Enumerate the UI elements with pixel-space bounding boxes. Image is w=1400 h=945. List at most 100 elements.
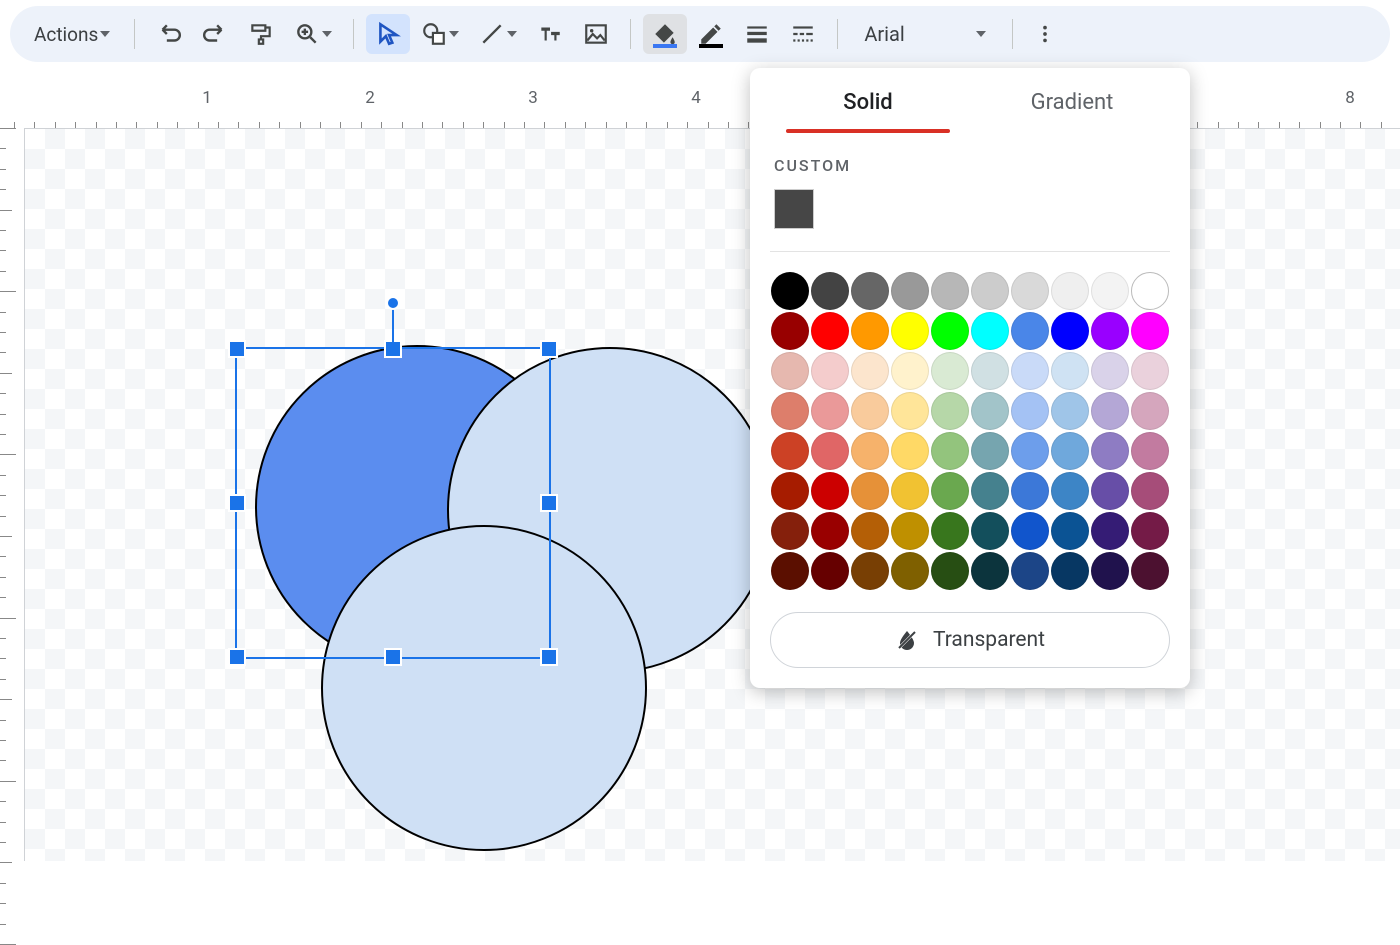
fill-color-button[interactable]: [643, 14, 687, 54]
color-swatch[interactable]: [811, 352, 849, 390]
color-swatch[interactable]: [771, 552, 809, 590]
resize-handle[interactable]: [228, 648, 246, 666]
color-swatch[interactable]: [811, 392, 849, 430]
color-swatch[interactable]: [811, 512, 849, 550]
resize-handle[interactable]: [540, 494, 558, 512]
color-swatch[interactable]: [1011, 312, 1049, 350]
color-swatch[interactable]: [891, 312, 929, 350]
textbox-tool-button[interactable]: [528, 14, 572, 54]
color-swatch[interactable]: [1091, 312, 1129, 350]
font-family-select[interactable]: Arial: [850, 14, 1000, 54]
color-swatch[interactable]: [891, 512, 929, 550]
color-swatch[interactable]: [1091, 472, 1129, 510]
color-swatch[interactable]: [811, 472, 849, 510]
zoom-button[interactable]: [285, 14, 341, 54]
color-swatch[interactable]: [1131, 352, 1169, 390]
color-swatch[interactable]: [771, 392, 809, 430]
color-swatch[interactable]: [971, 392, 1009, 430]
color-swatch[interactable]: [931, 552, 969, 590]
color-swatch[interactable]: [851, 432, 889, 470]
color-swatch[interactable]: [771, 272, 809, 310]
color-swatch[interactable]: [931, 392, 969, 430]
color-swatch[interactable]: [1011, 432, 1049, 470]
color-swatch[interactable]: [1131, 552, 1169, 590]
shape-tool-button[interactable]: [412, 14, 468, 54]
color-swatch[interactable]: [1091, 272, 1129, 310]
color-swatch[interactable]: [971, 352, 1009, 390]
color-swatch[interactable]: [851, 312, 889, 350]
border-weight-button[interactable]: [735, 14, 779, 54]
color-swatch[interactable]: [971, 312, 1009, 350]
color-swatch[interactable]: [771, 312, 809, 350]
tab-solid[interactable]: Solid: [766, 68, 970, 133]
color-swatch[interactable]: [931, 512, 969, 550]
color-swatch[interactable]: [971, 472, 1009, 510]
color-swatch[interactable]: [1091, 552, 1129, 590]
select-tool-button[interactable]: [366, 14, 410, 54]
resize-handle[interactable]: [540, 648, 558, 666]
undo-button[interactable]: [147, 14, 191, 54]
color-swatch[interactable]: [1051, 352, 1089, 390]
color-swatch[interactable]: [891, 472, 929, 510]
color-swatch[interactable]: [811, 552, 849, 590]
color-swatch[interactable]: [931, 272, 969, 310]
color-swatch[interactable]: [1051, 392, 1089, 430]
color-swatch[interactable]: [1131, 512, 1169, 550]
color-swatch[interactable]: [1131, 312, 1169, 350]
color-swatch[interactable]: [971, 272, 1009, 310]
color-swatch[interactable]: [931, 432, 969, 470]
color-swatch[interactable]: [1131, 272, 1169, 310]
rotate-handle[interactable]: [386, 296, 400, 310]
color-swatch[interactable]: [971, 432, 1009, 470]
color-swatch[interactable]: [1051, 552, 1089, 590]
color-swatch[interactable]: [811, 272, 849, 310]
color-swatch[interactable]: [811, 432, 849, 470]
color-swatch[interactable]: [1011, 472, 1049, 510]
color-swatch[interactable]: [811, 312, 849, 350]
color-swatch[interactable]: [1131, 472, 1169, 510]
color-swatch[interactable]: [1011, 512, 1049, 550]
tab-gradient[interactable]: Gradient: [970, 68, 1174, 133]
color-swatch[interactable]: [771, 352, 809, 390]
color-swatch[interactable]: [891, 552, 929, 590]
color-swatch[interactable]: [891, 272, 929, 310]
actions-menu-button[interactable]: Actions: [22, 14, 122, 54]
color-swatch[interactable]: [1131, 432, 1169, 470]
color-swatch[interactable]: [1131, 392, 1169, 430]
color-swatch[interactable]: [931, 472, 969, 510]
resize-handle[interactable]: [384, 648, 402, 666]
color-swatch[interactable]: [891, 392, 929, 430]
color-swatch[interactable]: [931, 312, 969, 350]
color-swatch[interactable]: [1011, 272, 1049, 310]
color-swatch[interactable]: [1091, 512, 1129, 550]
color-swatch[interactable]: [1011, 352, 1049, 390]
color-swatch[interactable]: [851, 272, 889, 310]
color-swatch[interactable]: [1051, 512, 1089, 550]
color-swatch[interactable]: [971, 552, 1009, 590]
color-swatch[interactable]: [1051, 272, 1089, 310]
color-swatch[interactable]: [1091, 352, 1129, 390]
color-swatch[interactable]: [1091, 432, 1129, 470]
color-swatch[interactable]: [1011, 552, 1049, 590]
color-swatch[interactable]: [971, 512, 1009, 550]
color-swatch[interactable]: [771, 512, 809, 550]
color-swatch[interactable]: [851, 552, 889, 590]
custom-color-swatch[interactable]: [774, 189, 814, 229]
color-swatch[interactable]: [1011, 392, 1049, 430]
color-swatch[interactable]: [771, 472, 809, 510]
color-swatch[interactable]: [851, 512, 889, 550]
paint-format-button[interactable]: [239, 14, 283, 54]
color-swatch[interactable]: [771, 432, 809, 470]
color-swatch[interactable]: [891, 432, 929, 470]
color-swatch[interactable]: [1091, 392, 1129, 430]
resize-handle[interactable]: [228, 494, 246, 512]
border-dash-button[interactable]: [781, 14, 825, 54]
color-swatch[interactable]: [891, 352, 929, 390]
transparent-button[interactable]: Transparent: [770, 612, 1170, 668]
color-swatch[interactable]: [1051, 312, 1089, 350]
color-swatch[interactable]: [931, 352, 969, 390]
color-swatch[interactable]: [1051, 432, 1089, 470]
border-color-button[interactable]: [689, 14, 733, 54]
color-swatch[interactable]: [1051, 472, 1089, 510]
resize-handle[interactable]: [228, 340, 246, 358]
